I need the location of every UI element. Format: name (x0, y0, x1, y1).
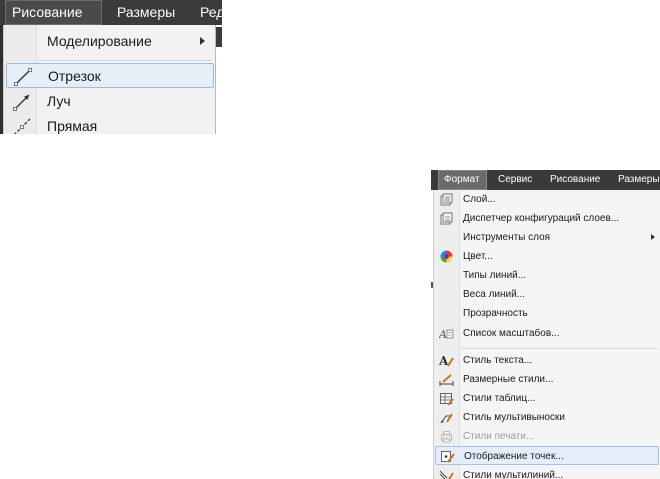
menu-item-linetypes[interactable]: Типы линий... (435, 266, 659, 285)
layer-states-icon (439, 211, 454, 226)
point-style-icon (440, 449, 455, 464)
menu-item-text-style[interactable]: A Стиль текста... (435, 351, 659, 370)
menu-item-scale-list[interactable]: A Список масштабов... (435, 324, 659, 343)
menu-item-plot-styles[interactable]: Стили печати... (435, 427, 659, 446)
menu-item-layer-states-manager[interactable]: Диспетчер конфигураций слоев... (435, 209, 659, 228)
menu-item-label: Типы линий... (463, 270, 527, 281)
table-style-icon (439, 391, 454, 406)
menu-item-modeling[interactable]: Моделирование (6, 29, 214, 54)
menu-item-label: Размерные стили... (463, 374, 554, 385)
menu-item-label: Прямая (47, 118, 98, 134)
menu-item-layer-tools[interactable]: Инструменты слоя (435, 228, 659, 247)
drawing-dropdown: Моделирование Отрезок Луч Прямая (3, 25, 216, 134)
menu-item-ray[interactable]: Луч (6, 89, 214, 114)
svg-text:A: A (439, 354, 449, 368)
menu-item-label: Стили таблиц... (463, 393, 536, 404)
right-edge (216, 27, 222, 47)
menu-item-label: Цвет... (463, 251, 493, 262)
format-dropdown: Слой... Диспетчер конфигураций слоев... … (433, 190, 660, 479)
submenu-arrow-icon (200, 37, 205, 45)
line-segment-icon (13, 67, 33, 87)
menu-item-label: Стили печати... (463, 431, 535, 442)
menu-item-construction-line[interactable]: Прямая (6, 114, 214, 134)
menu-separator (38, 60, 211, 61)
menu-item-layer[interactable]: Слой... (435, 190, 659, 209)
dimension-style-icon (439, 372, 454, 387)
menu-item-label: Инструменты слоя (463, 232, 551, 243)
text-style-icon: A (438, 353, 454, 368)
menu-item-label: Отрезок (48, 68, 101, 84)
menu-item-table-styles[interactable]: Стили таблиц... (435, 389, 659, 408)
menu-item-point-style[interactable]: Отображение точек... (435, 446, 659, 465)
menu-item-label: Список масштабов... (463, 328, 560, 339)
scale-list-icon: A (438, 326, 454, 341)
multileader-style-icon (439, 410, 454, 425)
menu-item-label: Стили мультилиний... (463, 470, 564, 479)
menu-item-color[interactable]: Цвет... (435, 247, 659, 266)
format-menu-screenshot: Формат Сервис Рисование Размеры Слой... … (431, 170, 660, 479)
menubar-item-edit[interactable]: Ред (200, 0, 222, 25)
menu-bar: Формат Сервис Рисование Размеры (431, 170, 660, 190)
menu-item-line[interactable]: Отрезок (6, 63, 214, 88)
menu-item-dimension-styles[interactable]: Размерные стили... (435, 370, 659, 389)
ray-icon (12, 92, 32, 112)
menubar-item-format[interactable]: Формат (438, 170, 487, 190)
menu-item-label: Прозрачность (463, 308, 528, 319)
menu-item-label: Моделирование (47, 33, 152, 49)
drawing-menu-screenshot: Рисование Размеры Ред Моделирование Отре… (0, 0, 222, 134)
multiline-style-icon (439, 468, 454, 479)
menu-item-label: Диспетчер конфигураций слоев... (463, 213, 620, 224)
menubar-item-drawing[interactable]: Рисование (5, 0, 102, 25)
submenu-arrow-icon (651, 234, 655, 240)
construction-line-icon (12, 117, 32, 134)
menu-item-label: Веса линий... (463, 289, 526, 300)
menu-bar: Рисование Размеры Ред (0, 0, 222, 25)
menu-item-label: Стиль текста... (463, 355, 533, 366)
plot-style-icon (439, 429, 454, 444)
svg-text:A: A (439, 328, 447, 341)
menubar-item-dimensions[interactable]: Размеры (117, 0, 175, 25)
menu-item-transparency[interactable]: Прозрачность (435, 304, 659, 323)
menu-separator (461, 348, 657, 349)
menu-item-label: Отображение точек... (464, 451, 564, 462)
menubar-item-drawing[interactable]: Рисование (550, 170, 600, 190)
menu-item-label: Слой... (463, 194, 496, 205)
menubar-item-dimensions[interactable]: Размеры (618, 170, 660, 190)
menu-item-lineweights[interactable]: Веса линий... (435, 285, 659, 304)
layer-icon (439, 192, 454, 207)
menu-item-label: Стиль мультивыноски (463, 412, 565, 423)
menu-item-label: Луч (47, 93, 71, 109)
menu-item-multiline-styles[interactable]: Стили мультилиний... (435, 466, 659, 479)
menubar-item-tools[interactable]: Сервис (498, 170, 532, 190)
color-wheel-icon (439, 249, 454, 264)
menu-item-multileader-style[interactable]: Стиль мультивыноски (435, 408, 659, 427)
